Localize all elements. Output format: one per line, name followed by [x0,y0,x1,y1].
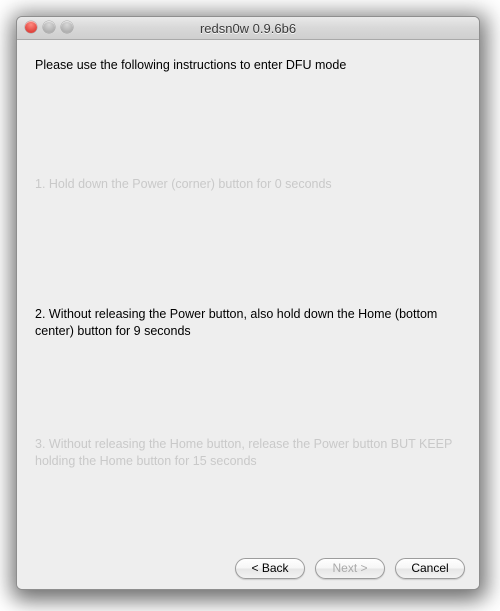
zoom-icon [61,21,73,33]
footer: < Back Next > Cancel [17,547,479,589]
step-1: 1. Hold down the Power (corner) button f… [35,176,461,193]
back-button[interactable]: < Back [235,558,305,579]
instructions-heading: Please use the following instructions to… [35,58,461,72]
titlebar[interactable]: redsn0w 0.9.6b6 [17,17,479,40]
window-title: redsn0w 0.9.6b6 [17,21,479,36]
close-icon[interactable] [25,21,37,33]
cancel-button[interactable]: Cancel [395,558,465,579]
step-3: 3. Without releasing the Home button, re… [35,436,461,470]
content-area: Please use the following instructions to… [17,40,479,547]
app-window: redsn0w 0.9.6b6 Please use the following… [16,16,480,590]
next-button: Next > [315,558,385,579]
step-2: 2. Without releasing the Power button, a… [35,306,461,340]
minimize-icon [43,21,55,33]
traffic-lights [25,21,73,33]
